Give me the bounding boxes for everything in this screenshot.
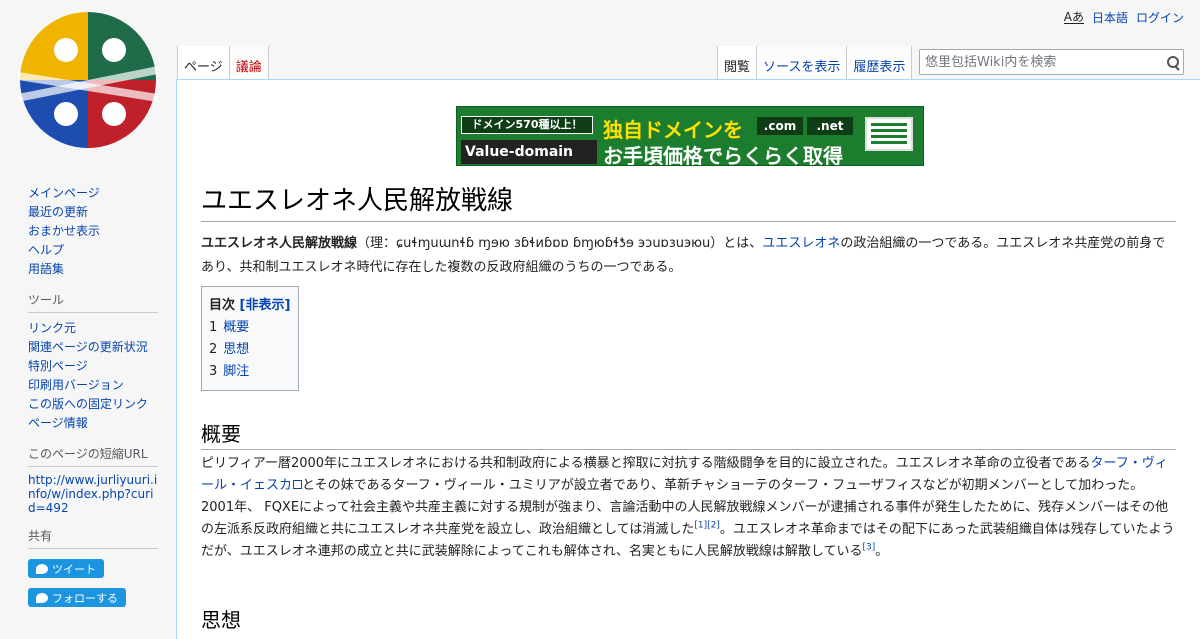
tab-talk[interactable]: 議論 (229, 46, 269, 80)
table-of-contents: 目次 [非表示] 1 概要 2 思想 3 脚注 (201, 286, 299, 391)
page-title: ユエスレオネ人民解放戦線 (201, 180, 1176, 222)
toc-link[interactable]: 思想 (223, 342, 249, 357)
intro-link[interactable]: ユエスレオネ (762, 236, 840, 251)
follow-button[interactable]: フォローする (28, 588, 126, 607)
intro-native-name: （理：ɕuɬɱuɯnɬɓ ɱɘю зɓɬиɓɒɒ ɓɱюɓɬƾɘ эɔuɒɜuэ… (357, 236, 724, 251)
sidebar-shorturl: このページの短縮URL http://www.jurliyuuri.info/w… (28, 445, 158, 515)
section-heading-overview: 概要 (201, 418, 1176, 450)
external-link-icon (293, 480, 303, 489)
banner-subline: お手頃価格でらくらく取得 (603, 144, 843, 166)
search-input[interactable] (920, 50, 1163, 74)
birds-logo-icon (18, 12, 158, 148)
toc-item[interactable]: 2 思想 (209, 339, 291, 361)
sidebar-item-page-info[interactable]: ページ情報 (28, 416, 88, 430)
main-content: ドメイン570種以上！ Value-domain 独自ドメインを お手頃価格でら… (176, 79, 1200, 639)
sidebar-item-special-pages[interactable]: 特別ページ (28, 359, 88, 373)
sidebar-item-random[interactable]: おまかせ表示 (28, 224, 100, 238)
toc-number: 2 (209, 342, 218, 357)
site-logo[interactable] (18, 10, 158, 150)
ad-banner[interactable]: ドメイン570種以上！ Value-domain 独自ドメインを お手頃価格でら… (456, 106, 924, 166)
banner-tld-com: .com (757, 117, 803, 135)
intro-bold-term: ユエスレオネ人民解放戦線 (201, 236, 358, 251)
overview-text: ピリフィアー暦2000年にユエスレオネにおける共和制政府による横暴と搾取に対抗す… (201, 456, 1091, 471)
banner-brand: Value-domain (461, 140, 597, 164)
sidebar-item-help[interactable]: ヘルプ (28, 243, 64, 257)
sidebar-item-related-changes[interactable]: 関連ページの更新状況 (28, 340, 148, 354)
shorturl-heading: このページの短縮URL (28, 445, 158, 467)
tab-history[interactable]: 履歴表示 (847, 46, 913, 80)
monitor-icon (865, 117, 913, 151)
twitter-bird-icon (36, 592, 48, 603)
sidebar-item-permalink[interactable]: この版への固定リンク (28, 397, 148, 411)
search-icon[interactable] (1163, 50, 1183, 74)
language-icon[interactable]: Aあ (1063, 11, 1084, 24)
toc-number: 1 (209, 320, 218, 335)
sidebar: メインページ 最近の更新 おまかせ表示 ヘルプ 用語集 ツール リンク元 関連ペ… (0, 170, 176, 625)
tweet-label: ツイート (52, 562, 96, 576)
view-tabs: 閲覧 ソースを表示 履歴表示 (717, 46, 913, 80)
tools-heading: ツール (28, 291, 158, 313)
share-heading: 共有 (28, 527, 158, 549)
search-box (919, 49, 1184, 75)
namespace-tabs: ページ 議論 (177, 46, 269, 80)
personal-tools: Aあ 日本語 ログイン (1063, 9, 1184, 26)
intro-paragraph: ユエスレオネ人民解放戦線（理：ɕuɬɱuɯnɬɓ ɱɘю зɓɬиɓɒɒ ɓɱю… (201, 232, 1176, 280)
toc-link[interactable]: 概要 (223, 320, 249, 335)
toc-item[interactable]: 1 概要 (209, 317, 291, 339)
twitter-bird-icon (36, 563, 48, 574)
sidebar-tools: ツール リンク元 関連ページの更新状況 特別ページ 印刷用バージョン この版への… (28, 291, 158, 433)
tab-page[interactable]: ページ (178, 46, 230, 80)
banner-tld-net: .net (807, 117, 853, 135)
tab-read[interactable]: 閲覧 (718, 46, 758, 80)
overview-text: 。 (875, 544, 889, 559)
toc-link[interactable]: 脚注 (223, 364, 249, 379)
reference-link[interactable]: [3] (862, 543, 875, 553)
tweet-button[interactable]: ツイート (28, 559, 104, 578)
reference-link[interactable]: [2] (707, 521, 720, 531)
overview-paragraph: ピリフィアー暦2000年にユエスレオネにおける共和制政府による横暴と搾取に対抗す… (201, 453, 1176, 563)
sidebar-item-main-page[interactable]: メインページ (28, 186, 100, 200)
sidebar-navigation: メインページ 最近の更新 おまかせ表示 ヘルプ 用語集 (28, 184, 158, 279)
sidebar-item-whatlinkshere[interactable]: リンク元 (28, 321, 76, 335)
short-url-link[interactable]: http://www.jurliyuuri.info/w/index.php?c… (28, 473, 158, 515)
sidebar-item-print[interactable]: 印刷用バージョン (28, 378, 124, 392)
banner-badge: ドメイン570種以上！ (461, 116, 593, 134)
toc-number: 3 (209, 364, 218, 379)
language-link[interactable]: 日本語 (1092, 9, 1128, 26)
section-heading-thought: 思想 (201, 608, 241, 632)
follow-label: フォローする (52, 591, 118, 605)
sidebar-item-recent-changes[interactable]: 最近の更新 (28, 205, 88, 219)
login-link[interactable]: ログイン (1136, 9, 1184, 26)
sidebar-share: 共有 ツイート フォローする (28, 527, 158, 613)
toc-item[interactable]: 3 脚注 (209, 361, 291, 383)
sidebar-item-glossary[interactable]: 用語集 (28, 262, 64, 276)
tab-view-source[interactable]: ソースを表示 (757, 46, 848, 80)
banner-headline: 独自ドメインを (603, 118, 743, 142)
toc-toggle[interactable]: [非表示] (240, 298, 291, 313)
toc-title: 目次 (209, 298, 236, 313)
intro-text-mid: とは、 (723, 236, 763, 251)
reference-link[interactable]: [1] (694, 521, 707, 531)
